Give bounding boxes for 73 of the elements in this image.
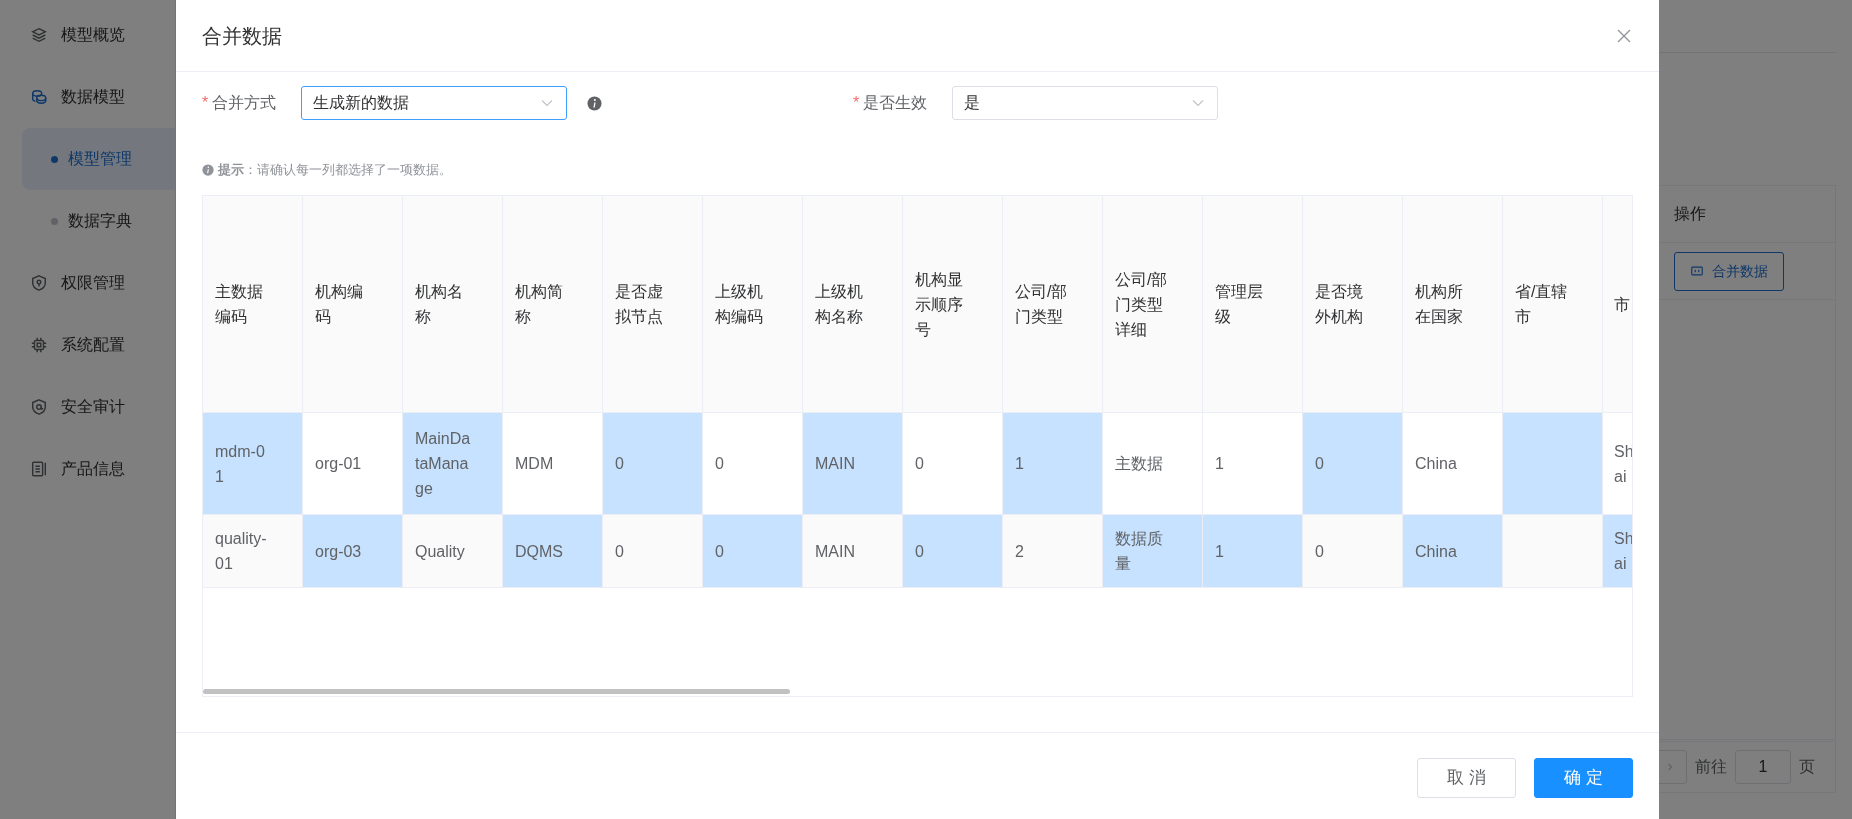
sidebar-item[interactable]: 安全审计 xyxy=(0,376,175,438)
goto-label: 前往 xyxy=(1695,757,1727,777)
column-header: 管理层级 xyxy=(1203,196,1303,413)
table-cell[interactable]: quality-01 xyxy=(203,515,303,588)
column-header: 机构所在国家 xyxy=(1403,196,1503,413)
table-cell[interactable]: 数据质量 xyxy=(1103,515,1203,588)
table-cell[interactable]: China xyxy=(1403,515,1503,588)
table-cell[interactable] xyxy=(1503,515,1603,588)
table-cell[interactable]: Quality xyxy=(403,515,503,588)
table-cell[interactable]: 0 xyxy=(603,413,703,515)
sidebar-item[interactable]: 数据字典 xyxy=(22,190,175,252)
sidebar-item[interactable]: 数据模型 xyxy=(0,66,175,128)
bullet-icon xyxy=(51,155,58,163)
table-cell[interactable]: 主数据 xyxy=(1103,413,1203,515)
dialog-title: 合并数据 xyxy=(202,23,282,49)
bullet-icon xyxy=(51,217,58,225)
table-cell[interactable]: 0 xyxy=(703,413,803,515)
table-cell[interactable]: MAIN xyxy=(803,413,903,515)
field-label: * 是否生效 xyxy=(853,93,929,113)
close-icon xyxy=(1616,27,1632,44)
column-header: 上级机构名称 xyxy=(803,196,903,413)
table-cell[interactable]: 0 xyxy=(603,515,703,588)
table-cell[interactable]: 0 xyxy=(703,515,803,588)
table-cell[interactable]: 2 xyxy=(1003,515,1103,588)
column-header: 市 xyxy=(1603,196,1632,413)
table-cell[interactable]: DQMS xyxy=(503,515,603,588)
table-cell[interactable]: 1 xyxy=(1203,515,1303,588)
page-input[interactable]: 1 xyxy=(1735,750,1791,784)
table-cell[interactable]: 0 xyxy=(1303,413,1403,515)
table-cell[interactable]: org-01 xyxy=(303,413,403,515)
table-icon xyxy=(1690,264,1704,278)
table-cell[interactable]: org-03 xyxy=(303,515,403,588)
column-header: 机构名称 xyxy=(403,196,503,413)
sidebar-item[interactable]: 产品信息 xyxy=(0,438,175,500)
table-cell[interactable] xyxy=(1503,413,1603,515)
column-header: 是否境外机构 xyxy=(1303,196,1403,413)
scrollbar-thumb[interactable] xyxy=(203,689,790,694)
select-field[interactable]: 生成新的数据 xyxy=(301,86,567,120)
table-cell[interactable]: 1 xyxy=(1003,413,1103,515)
required-mark: * xyxy=(202,94,209,111)
sidebar-item[interactable]: 模型概览 xyxy=(0,4,175,66)
table-cell[interactable]: 0 xyxy=(903,413,1003,515)
column-header: 上级机构编码 xyxy=(703,196,803,413)
column-header: 公司/部门类型 xyxy=(1003,196,1103,413)
table-cell[interactable]: 1 xyxy=(1203,413,1303,515)
required-mark: * xyxy=(853,94,860,111)
column-header: 公司/部门类型详细 xyxy=(1103,196,1203,413)
select-field[interactable]: 是 xyxy=(952,86,1218,120)
table-cell[interactable]: 0 xyxy=(903,515,1003,588)
field-label: * 合并方式 xyxy=(202,93,278,113)
column-header: 机构编码 xyxy=(303,196,403,413)
table-cell[interactable]: MAIN xyxy=(803,515,903,588)
table-cell[interactable]: MDM xyxy=(503,413,603,515)
column-header: 机构显示顺序号 xyxy=(903,196,1003,413)
confirm-button[interactable]: 确 定 xyxy=(1534,758,1633,798)
cancel-button[interactable]: 取 消 xyxy=(1417,758,1516,798)
table-cell[interactable]: mdm-01 xyxy=(203,413,303,515)
table-cell[interactable]: Sh ai xyxy=(1603,515,1632,588)
column-header: 省/直辖市 xyxy=(1503,196,1603,413)
merge-data-button[interactable]: 合并数据 xyxy=(1674,251,1784,291)
table-cell[interactable]: 0 xyxy=(1303,515,1403,588)
sidebar-item[interactable]: 权限管理 xyxy=(0,252,175,314)
column-header: 是否虚拟节点 xyxy=(603,196,703,413)
info-icon xyxy=(202,164,214,176)
page-suffix: 页 xyxy=(1799,757,1815,777)
hint-text: 提示：请确认每一列都选择了一项数据。 xyxy=(218,161,452,180)
sidebar-item[interactable]: 模型管理 xyxy=(22,128,175,190)
column-header: 主数据编码 xyxy=(203,196,303,413)
table-cell[interactable]: MainDataManage xyxy=(403,413,503,515)
table-cell[interactable]: China xyxy=(1403,413,1503,515)
chevron-right-icon xyxy=(1665,762,1675,772)
column-header: 机构简称 xyxy=(503,196,603,413)
sidebar-item[interactable]: 系统配置 xyxy=(0,314,175,376)
